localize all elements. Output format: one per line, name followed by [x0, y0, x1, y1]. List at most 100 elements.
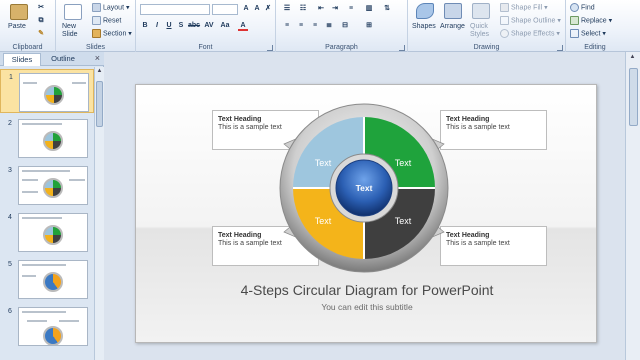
change-case-icon[interactable]: Aa — [220, 21, 230, 31]
find-button[interactable]: Find — [570, 3, 595, 12]
columns-icon[interactable]: ▥ — [364, 4, 374, 14]
panel-scroll-thumb[interactable] — [96, 81, 103, 127]
tab-slides[interactable]: Slides — [3, 53, 41, 66]
font-size-combo[interactable] — [212, 4, 238, 15]
segment-label-top-left: Text — [315, 158, 332, 168]
slide-canvas[interactable]: Text Heading This is a sample text Text … — [135, 84, 597, 343]
replace-label: Replace — [581, 17, 607, 25]
arrange-icon[interactable] — [444, 3, 462, 19]
quick-styles-icon[interactable] — [472, 3, 490, 19]
slide-thumbnail-1[interactable]: 1 — [0, 69, 94, 113]
callout-bottom-right[interactable]: Text Heading This is a sample text — [440, 226, 547, 266]
editor-scroll-thumb[interactable] — [629, 68, 638, 126]
slide-subtitle[interactable]: You can edit this subtitle — [136, 302, 596, 312]
font-color-icon[interactable]: A — [238, 21, 248, 31]
editing-label: Editing — [584, 44, 606, 51]
thumbnail-diagram — [43, 272, 63, 292]
paragraph-launcher-icon[interactable] — [399, 45, 405, 51]
callout-top-right[interactable]: Text Heading This is a sample text — [440, 110, 547, 150]
thumbnail-image — [18, 119, 88, 158]
reset-icon — [92, 16, 101, 25]
shapes-icon[interactable] — [416, 3, 434, 19]
layout-button[interactable]: Layout ▾ — [92, 3, 130, 12]
char-spacing-icon[interactable]: AV — [204, 21, 214, 31]
slide-number: 5 — [8, 261, 12, 268]
thumbnail-line — [22, 217, 62, 219]
close-panel-icon[interactable]: × — [95, 53, 100, 63]
justify-icon[interactable]: ≣ — [324, 21, 334, 31]
bold-icon[interactable]: B — [140, 21, 150, 31]
shape-effects-label: Shape Effects — [511, 30, 555, 38]
cut-icon[interactable]: ✂ — [36, 3, 46, 13]
panel-scrollbar[interactable]: ▲ — [94, 67, 104, 360]
drawing-launcher-icon[interactable] — [557, 45, 563, 51]
section-icon — [92, 29, 101, 38]
paste-icon[interactable] — [10, 4, 28, 20]
shape-fill-button[interactable]: Shape Fill ▾ — [500, 3, 548, 12]
slides-label: Slides — [85, 44, 106, 51]
shape-effects-button[interactable]: Shape Effects ▾ — [500, 29, 560, 38]
arrange-button[interactable]: Arrange — [440, 23, 465, 30]
paragraph-group: ☰ ☷ ⇤ ⇥ ≡ ▥ ⇅ ≡ ≡ ≡ ≣ ⊟ ⊞ Paragraph — [276, 0, 408, 52]
layout-icon — [92, 3, 101, 12]
numbering-icon[interactable]: ☷ — [298, 4, 308, 14]
quick-styles-button[interactable]: Quick Styles — [470, 23, 494, 39]
tab-outline[interactable]: Outline — [43, 53, 83, 66]
slide-thumbnail-4[interactable]: 4 — [0, 210, 94, 254]
new-slide-icon[interactable] — [64, 4, 82, 20]
editor-scrollbar[interactable]: ▲ — [625, 52, 640, 360]
section-button[interactable]: Section ▾ — [92, 29, 132, 38]
thumbnail-line — [59, 320, 79, 322]
align-left-icon[interactable]: ≡ — [282, 21, 292, 31]
slide-thumbnail-3[interactable]: 3 — [0, 163, 94, 207]
shape-effects-icon — [500, 29, 509, 38]
select-label: Select — [581, 30, 601, 38]
replace-button[interactable]: Replace ▾ — [570, 16, 612, 25]
new-slide-button[interactable]: New Slide — [62, 23, 88, 39]
copy-icon[interactable]: ⧉ — [36, 16, 46, 26]
format-painter-icon[interactable]: ✎ — [36, 29, 46, 39]
line-spacing-icon[interactable]: ≡ — [346, 4, 356, 14]
smartart-icon[interactable]: ⊞ — [364, 21, 374, 31]
select-button[interactable]: Select ▾ — [570, 29, 606, 38]
paste-button[interactable]: Paste — [8, 23, 26, 30]
shape-outline-button[interactable]: Shape Outline ▾ — [500, 16, 561, 25]
font-name-combo[interactable] — [140, 4, 210, 15]
align-right-icon[interactable]: ≡ — [310, 21, 320, 31]
slides-group: New Slide Layout ▾ Reset Section ▾ Slide… — [56, 0, 136, 52]
text-direction-icon[interactable]: ⇅ — [382, 4, 392, 14]
thumbnail-diagram — [43, 178, 63, 198]
decrease-indent-icon[interactable]: ⇤ — [316, 4, 326, 14]
shapes-button[interactable]: Shapes — [412, 23, 436, 30]
strikethrough-icon[interactable]: abc — [188, 21, 200, 31]
clear-formatting-icon[interactable]: ✗ — [263, 4, 273, 14]
layout-label: Layout — [103, 4, 125, 12]
bullets-icon[interactable]: ☰ — [282, 4, 292, 14]
segment-label-bottom-right: Text — [395, 216, 412, 226]
scroll-up-icon[interactable]: ▲ — [96, 68, 103, 77]
circular-diagram[interactable]: Text Text Text Text Text — [276, 100, 452, 276]
callout-heading: Text Heading — [446, 232, 490, 239]
font-group: A A ✗ B I U S abc AV Aa A Font — [136, 0, 276, 52]
shrink-font-icon[interactable]: A — [252, 4, 262, 14]
callout-body: This is a sample text — [446, 240, 510, 247]
panel-tabs: Slides Outline × — [0, 52, 104, 66]
italic-icon[interactable]: I — [152, 21, 162, 31]
slide-thumbnail-5[interactable]: 5 — [0, 257, 94, 301]
thumbnail-diagram — [43, 131, 63, 151]
align-center-icon[interactable]: ≡ — [296, 21, 306, 31]
underline-icon[interactable]: U — [164, 21, 174, 31]
slide-number: 2 — [8, 120, 12, 127]
shadow-icon[interactable]: S — [176, 21, 186, 31]
editor-scroll-up-icon[interactable]: ▲ — [629, 54, 636, 63]
slide-thumbnail-2[interactable]: 2 — [0, 116, 94, 160]
slide-thumbnail-6[interactable]: 6 — [0, 304, 94, 348]
clipboard-group: Paste ✂ ⧉ ✎ Clipboard — [0, 0, 56, 52]
reset-button[interactable]: Reset — [92, 16, 121, 25]
grow-font-icon[interactable]: A — [241, 4, 251, 14]
align-text-icon[interactable]: ⊟ — [340, 21, 350, 31]
slide-title[interactable]: 4-Steps Circular Diagram for PowerPoint — [136, 282, 596, 298]
callout-heading: Text Heading — [446, 116, 490, 123]
increase-indent-icon[interactable]: ⇥ — [330, 4, 340, 14]
font-launcher-icon[interactable] — [267, 45, 273, 51]
